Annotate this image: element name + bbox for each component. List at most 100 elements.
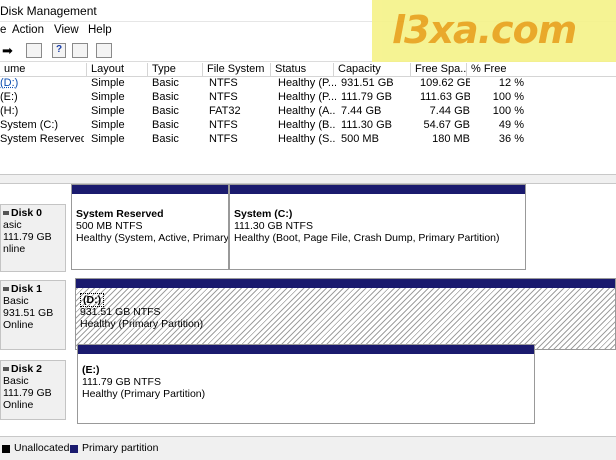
table-row[interactable]: (D:) Simple Basic NTFS Healthy (P... 931… [0, 77, 616, 91]
disk-type: asic [3, 219, 22, 231]
forward-arrow-icon[interactable]: ➡ [2, 43, 13, 59]
volume-filesystem: NTFS [209, 119, 238, 131]
table-row[interactable]: (H:) Simple Basic FAT32 Healthy (A... 7.… [0, 105, 616, 119]
partition-system-reserved[interactable]: System Reserved 500 MB NTFS Healthy (Sys… [71, 184, 229, 270]
watermark: l3xa.com [372, 0, 616, 66]
show-hide-tree-icon[interactable] [26, 43, 42, 58]
disk-size: 931.51 GB [3, 307, 54, 319]
col-header-layout[interactable]: Layout [86, 63, 147, 77]
partition-status: Healthy (Primary Partition) [82, 388, 206, 400]
volume-type: Basic [152, 133, 179, 145]
partition-name: System (C:) [234, 208, 293, 220]
properties-icon[interactable] [72, 43, 88, 58]
volume-percent-free: 49 % [498, 119, 524, 131]
volume-capacity: 500 MB [341, 133, 379, 145]
legend-unallocated: Unallocated [14, 442, 70, 454]
volume-name: (E:) [0, 91, 18, 103]
watermark-logo: l3xa.com [392, 8, 577, 52]
partition-size: 111.79 GB NTFS [82, 376, 161, 388]
disk-1-info[interactable]: Disk 1 Basic 931.51 GB Online [0, 280, 66, 350]
volume-type: Basic [152, 77, 179, 89]
volume-table: ume Layout Type File System Status Capac… [0, 62, 616, 174]
volume-filesystem: NTFS [209, 133, 238, 145]
menu-view[interactable]: View [54, 24, 79, 36]
disk-icon [3, 287, 9, 292]
partition-status: Healthy (System, Active, Primary P [76, 232, 228, 244]
volume-type: Basic [152, 105, 179, 117]
volume-type: Basic [152, 91, 179, 103]
volume-filesystem: NTFS [209, 91, 238, 103]
pane-splitter[interactable] [0, 174, 616, 184]
window-title: Disk Management [0, 4, 97, 18]
volume-status: Healthy (S... [278, 133, 336, 145]
col-header-free-space[interactable]: Free Spa... [410, 63, 466, 77]
primary-partition-bar [76, 279, 615, 288]
col-header-volume[interactable]: ume [0, 63, 85, 77]
volume-free-space: 7.44 GB [429, 105, 470, 117]
volume-layout: Simple [91, 105, 125, 117]
volume-free-space: 54.67 GB [423, 119, 470, 131]
volume-percent-free: 12 % [498, 77, 524, 89]
volume-name: System Reserved [0, 133, 84, 145]
partition-name: System Reserved [76, 208, 164, 220]
menu-file-fragment[interactable]: e [0, 24, 6, 36]
disk-name: Disk 0 [11, 207, 42, 219]
volume-name: (D:) [0, 77, 19, 89]
partition-status: Healthy (Boot, Page File, Crash Dump, Pr… [234, 232, 500, 244]
disk-0-info[interactable]: Disk 0 asic 111.79 GB nline [0, 204, 66, 272]
console-icon[interactable] [96, 43, 112, 58]
volume-free-space: 180 MB [432, 133, 470, 145]
table-row[interactable]: System (C:) Simple Basic NTFS Healthy (B… [0, 119, 616, 133]
disk-status: Online [3, 399, 34, 411]
menu-help[interactable]: Help [88, 24, 112, 36]
primary-partition-bar [230, 185, 525, 194]
volume-capacity: 111.30 GB [341, 119, 392, 131]
disk-icon [3, 211, 9, 216]
disk-status: Online [3, 319, 34, 331]
legend-primary-partition: Primary partition [82, 442, 159, 454]
volume-filesystem: NTFS [209, 77, 238, 89]
disk-status: nline [3, 243, 26, 255]
unallocated-swatch [2, 445, 10, 453]
disk-name: Disk 2 [11, 363, 42, 375]
volume-name: System (C:) [0, 119, 59, 131]
partition-size: 931.51 GB NTFS [80, 306, 161, 318]
primary-partition-bar [78, 345, 534, 354]
volume-status: Healthy (P... [278, 77, 336, 89]
volume-free-space: 109.62 GB [420, 77, 470, 89]
table-row[interactable]: System Reserved Simple Basic NTFS Health… [0, 133, 616, 147]
volume-percent-free: 36 % [498, 133, 524, 145]
col-header-percent-free[interactable]: % Free [466, 63, 526, 77]
menu-action[interactable]: Action [12, 24, 44, 36]
partition-name: (E:) [82, 364, 100, 376]
partition-d[interactable]: (D:) 931.51 GB NTFS Healthy (Primary Par… [75, 278, 616, 350]
volume-status: Healthy (A... [278, 105, 336, 117]
volume-status: Healthy (P... [278, 91, 336, 103]
volume-filesystem: FAT32 [209, 105, 241, 117]
primary-partition-swatch [70, 445, 78, 453]
disk-type: Basic [3, 375, 29, 387]
col-header-file-system[interactable]: File System [202, 63, 270, 77]
disk-2-info[interactable]: Disk 2 Basic 111.79 GB Online [0, 360, 66, 420]
partition-system-c[interactable]: System (C:) 111.30 GB NTFS Healthy (Boot… [229, 184, 526, 270]
partition-size: 111.30 GB NTFS [234, 220, 313, 232]
disk-size: 111.79 GB [3, 231, 52, 243]
col-header-type[interactable]: Type [147, 63, 202, 77]
partition-e[interactable]: (E:) 111.79 GB NTFS Healthy (Primary Par… [77, 344, 535, 424]
volume-type: Basic [152, 119, 179, 131]
disk-name: Disk 1 [11, 283, 42, 295]
volume-layout: Simple [91, 133, 125, 145]
primary-partition-bar [72, 185, 228, 194]
col-header-status[interactable]: Status [270, 63, 333, 77]
col-header-capacity[interactable]: Capacity [333, 63, 410, 77]
volume-percent-free: 100 % [492, 91, 524, 103]
disk-icon [3, 367, 9, 372]
help-icon[interactable]: ? [52, 43, 66, 58]
disk-size: 111.79 GB [3, 387, 52, 399]
volume-table-header: ume Layout Type File System Status Capac… [0, 62, 616, 77]
legend-bar: Unallocated Primary partition [0, 436, 616, 460]
volume-layout: Simple [91, 119, 125, 131]
volume-layout: Simple [91, 77, 125, 89]
table-row[interactable]: (E:) Simple Basic NTFS Healthy (P... 111… [0, 91, 616, 105]
volume-name: (H:) [0, 105, 19, 117]
